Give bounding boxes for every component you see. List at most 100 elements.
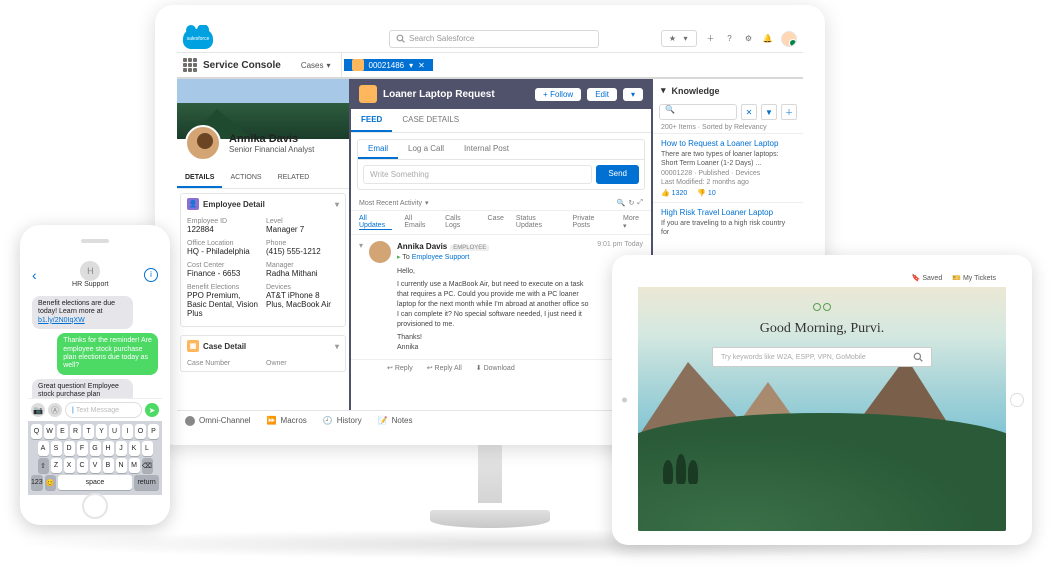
knowledge-meta: 200+ Items · Sorted by Relevancy: [653, 122, 803, 133]
tab-cases[interactable]: Cases▾: [291, 53, 342, 77]
thumbs-up-count[interactable]: 👍 1320: [661, 189, 687, 197]
subtab-related[interactable]: RELATED: [270, 169, 318, 188]
key-a[interactable]: A: [38, 441, 49, 456]
key-l[interactable]: L: [142, 441, 153, 456]
history-button[interactable]: 🕘History: [323, 416, 362, 425]
favorites-button[interactable]: ★ ▾: [661, 30, 697, 47]
key-u[interactable]: U: [109, 424, 120, 439]
send-button[interactable]: ➤: [145, 403, 159, 417]
search-icon[interactable]: 🔍: [617, 199, 626, 207]
key-d[interactable]: D: [64, 441, 75, 456]
feed-sort[interactable]: Most Recent Activity: [359, 200, 422, 207]
omni-channel-button[interactable]: Omni-Channel: [185, 416, 251, 426]
chevron-down-icon[interactable]: ▾: [661, 85, 666, 96]
key-t[interactable]: T: [83, 424, 94, 439]
expand-icon[interactable]: ⤢: [637, 199, 643, 207]
home-button[interactable]: [1010, 393, 1024, 407]
key-g[interactable]: G: [90, 441, 101, 456]
apps-icon[interactable]: Ⓐ: [48, 403, 62, 417]
filter-more[interactable]: More ▾: [623, 215, 643, 230]
chevron-down-icon[interactable]: ▾: [359, 241, 363, 353]
key-p[interactable]: P: [148, 424, 159, 439]
key-r[interactable]: R: [70, 424, 81, 439]
chevron-down-icon[interactable]: ▾: [335, 200, 339, 209]
shift-key[interactable]: ⇧: [38, 458, 49, 473]
key-m[interactable]: M: [129, 458, 140, 473]
composer-tab-internal-post[interactable]: Internal Post: [454, 140, 519, 159]
subtab-details[interactable]: DETAILS: [177, 169, 222, 188]
message-input[interactable]: |Text Message: [65, 402, 142, 418]
tab-feed[interactable]: FEED: [351, 109, 392, 132]
emoji-key[interactable]: 😊: [45, 475, 56, 490]
global-search[interactable]: Search Salesforce: [389, 30, 599, 48]
key-c[interactable]: C: [77, 458, 88, 473]
macros-button[interactable]: ⏩Macros: [267, 416, 307, 425]
saved-link[interactable]: 🔖 Saved: [912, 274, 943, 282]
user-avatar[interactable]: [781, 31, 797, 47]
feed-recipient[interactable]: Employee Support: [412, 254, 470, 261]
download-button[interactable]: ⬇ Download: [476, 364, 515, 372]
filter-all-emails[interactable]: All Emails: [404, 215, 433, 230]
info-button[interactable]: i: [144, 268, 158, 282]
key-n[interactable]: N: [116, 458, 127, 473]
tab-case-details[interactable]: CASE DETAILS: [392, 109, 469, 132]
notes-button[interactable]: 📝Notes: [378, 416, 413, 425]
knowledge-clear-button[interactable]: ✕: [741, 104, 757, 120]
knowledge-article[interactable]: How to Request a Loaner Laptop There are…: [653, 133, 803, 202]
key-y[interactable]: Y: [96, 424, 107, 439]
tab-case-record[interactable]: 00021486 ▾ ✕: [344, 59, 433, 71]
key-e[interactable]: E: [57, 424, 68, 439]
key-k[interactable]: K: [129, 441, 140, 456]
reply-button[interactable]: ↩ Reply: [387, 364, 413, 372]
reply-all-button[interactable]: ↩ Reply All: [427, 364, 462, 372]
help-icon[interactable]: ?: [724, 33, 735, 44]
more-button[interactable]: ▾: [623, 88, 643, 101]
add-icon[interactable]: ＋: [705, 33, 716, 44]
home-button[interactable]: [82, 493, 108, 519]
composer-tab-log-call[interactable]: Log a Call: [398, 140, 454, 159]
field-label: Level: [266, 218, 339, 225]
composer-input[interactable]: Write Something: [363, 165, 592, 184]
key-f[interactable]: F: [77, 441, 88, 456]
key-h[interactable]: H: [103, 441, 114, 456]
knowledge-add-button[interactable]: ＋: [781, 104, 797, 120]
subtab-actions[interactable]: ACTIONS: [222, 169, 269, 188]
filter-private[interactable]: Private Posts: [573, 215, 611, 230]
close-icon[interactable]: ✕: [418, 61, 425, 70]
key-w[interactable]: W: [44, 424, 55, 439]
return-key[interactable]: return: [134, 475, 159, 490]
camera-icon[interactable]: 📷: [31, 403, 45, 417]
app-launcher-icon[interactable]: [183, 58, 197, 72]
key-s[interactable]: S: [51, 441, 62, 456]
key-i[interactable]: I: [122, 424, 133, 439]
knowledge-search-input[interactable]: 🔍: [659, 104, 737, 120]
key-b[interactable]: B: [103, 458, 114, 473]
message-link[interactable]: b1.ly/2N0IqXW: [38, 317, 85, 324]
filter-all-updates[interactable]: All Updates: [359, 215, 392, 230]
filter-case[interactable]: Case: [488, 215, 504, 230]
space-key[interactable]: space: [58, 475, 132, 490]
key-o[interactable]: O: [135, 424, 146, 439]
key-j[interactable]: J: [116, 441, 127, 456]
refresh-icon[interactable]: ↻: [629, 199, 635, 207]
edit-button[interactable]: Edit: [587, 88, 617, 101]
filter-calls[interactable]: Calls Logs: [445, 215, 475, 230]
key-q[interactable]: Q: [31, 424, 42, 439]
my-tickets-link[interactable]: 🎫 My Tickets: [952, 274, 996, 282]
key-x[interactable]: X: [64, 458, 75, 473]
follow-button[interactable]: + Follow: [535, 88, 581, 101]
knowledge-filter-button[interactable]: ▼: [761, 104, 777, 120]
key-v[interactable]: V: [90, 458, 101, 473]
key-z[interactable]: Z: [51, 458, 62, 473]
backspace-key[interactable]: ⌫: [142, 458, 153, 473]
thumbs-down-count[interactable]: 👎 10: [697, 189, 715, 197]
portal-search-input[interactable]: Try keywords like W2A, ESPP, VPN, GoMobi…: [712, 347, 932, 367]
chevron-down-icon[interactable]: ▾: [335, 342, 339, 351]
gear-icon[interactable]: ⚙: [743, 33, 754, 44]
send-button[interactable]: Send: [596, 165, 639, 184]
filter-status[interactable]: Status Updates: [516, 215, 561, 230]
composer-tab-email[interactable]: Email: [358, 140, 398, 159]
knowledge-article[interactable]: High Risk Travel Loaner Laptop If you ar…: [653, 202, 803, 242]
bell-icon[interactable]: 🔔: [762, 33, 773, 44]
numbers-key[interactable]: 123: [31, 475, 43, 490]
